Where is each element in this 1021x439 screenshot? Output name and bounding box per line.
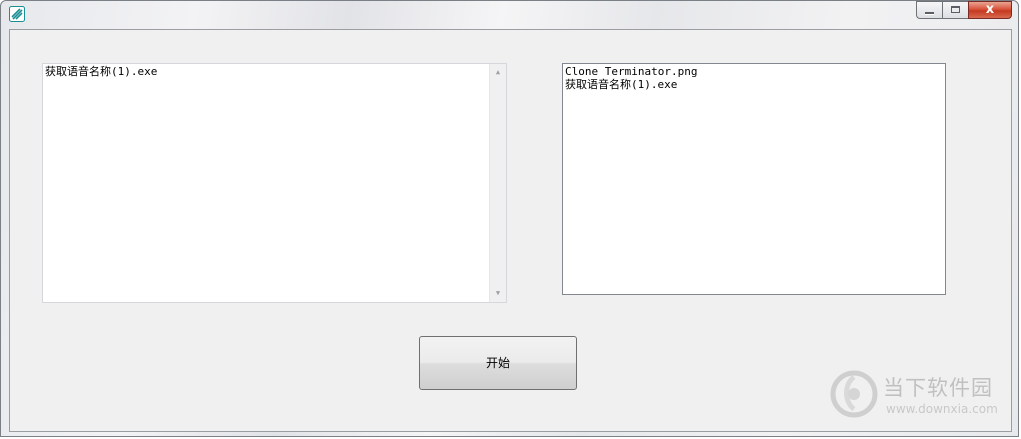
minimize-button[interactable] [916, 1, 942, 19]
close-button[interactable]: x [968, 1, 1012, 19]
list-item[interactable]: Clone Terminator.png [563, 65, 928, 78]
scroll-down-arrow-icon[interactable]: ▼ [490, 285, 506, 302]
right-file-list[interactable]: Clone Terminator.png 获取语音名称(1).exe [562, 63, 946, 295]
maximize-button[interactable] [942, 1, 968, 19]
list-item[interactable]: 获取语音名称(1).exe [563, 78, 928, 91]
close-icon: x [985, 2, 995, 17]
caption-buttons: x [916, 1, 1012, 19]
list-item[interactable]: 获取语音名称(1).exe [43, 65, 489, 78]
start-button[interactable]: 开始 [419, 336, 577, 390]
watermark-logo-icon [830, 370, 878, 418]
left-file-list-items: 获取语音名称(1).exe [43, 65, 489, 78]
title-bar[interactable]: x [1, 1, 1018, 29]
watermark-url: www.downxia.com [886, 402, 998, 416]
app-icon [9, 6, 25, 22]
right-file-list-items: Clone Terminator.png 获取语音名称(1).exe [563, 65, 928, 91]
scroll-up-arrow-icon[interactable]: ▲ [490, 64, 506, 81]
watermark: 当下软件园 www.downxia.com [828, 366, 1008, 426]
left-list-scrollbar[interactable]: ▲ ▼ [489, 64, 506, 302]
watermark-site-name: 当下软件园 [883, 376, 993, 400]
left-file-list[interactable]: 获取语音名称(1).exe ▲ ▼ [42, 63, 507, 303]
app-window: x 获取语音名称(1).exe ▲ ▼ Clone Terminator.png… [0, 0, 1019, 437]
